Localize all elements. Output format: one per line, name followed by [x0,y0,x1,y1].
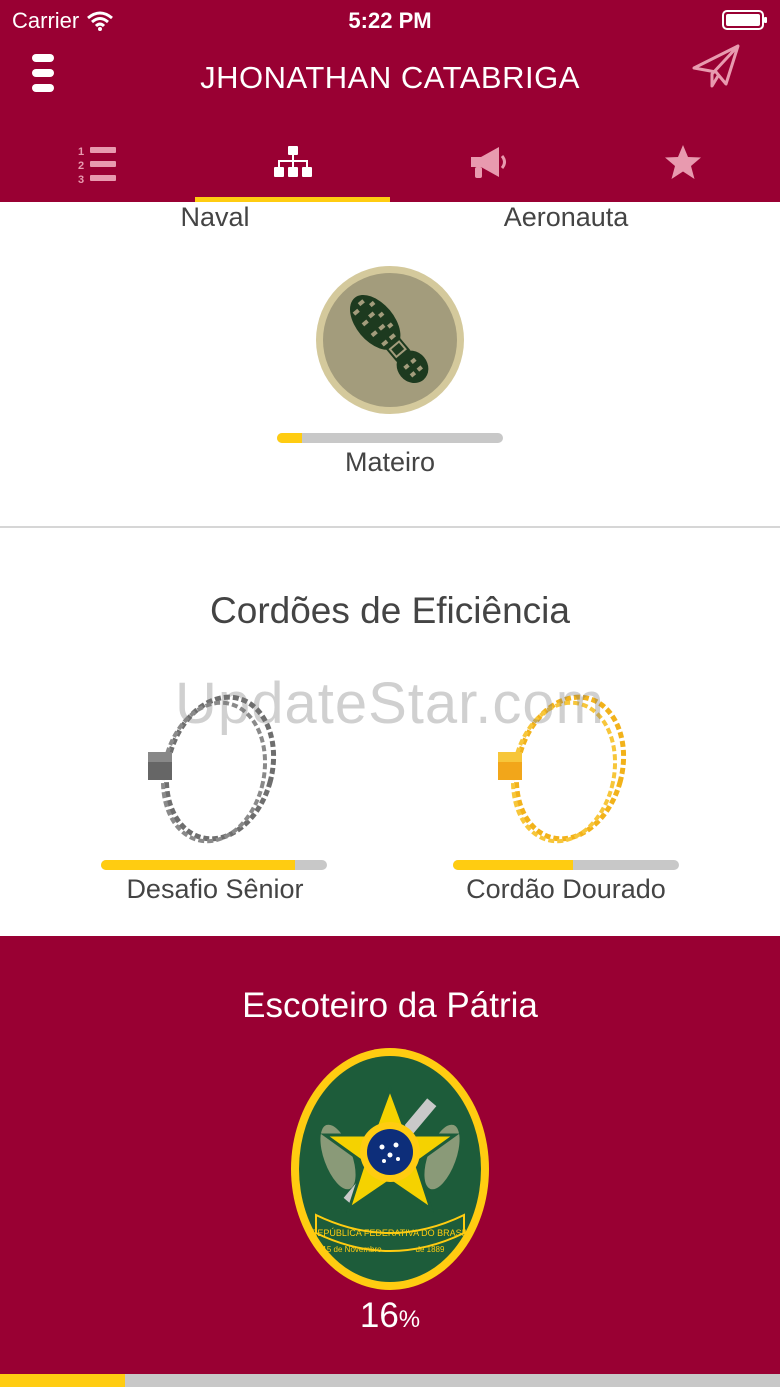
cordao-dourado-label: Cordão Dourado [466,874,666,904]
status-bar: Carrier 5:22 PM [0,0,780,40]
tab-list[interactable]: 1 2 3 [0,128,195,202]
specialty-mateiro-label: Mateiro [344,447,436,477]
svg-text:2: 2 [78,160,84,172]
cords-title: Cordões de Eficiência [210,590,570,631]
emblem-text-republica: REPÚBLICA FEDERATIVA DO BRASIL [311,1228,469,1238]
emblem-text-year: de 1889 [416,1245,445,1254]
svg-text:3: 3 [78,174,84,184]
star-icon [664,145,701,179]
page-title: JHONATHAN CATABRIGA [200,60,580,95]
desafio-senior-label: Desafio Sênior [126,874,304,904]
emblem-text-date: 15 de Novembro [322,1245,382,1254]
desafio-senior-progress [101,860,327,870]
desafio-senior-progress-fill [101,860,296,870]
boot-print-icon[interactable] [315,265,465,415]
tab-favorites[interactable] [585,128,780,202]
mateiro-progress [277,433,503,443]
patria-progress [0,1374,780,1387]
watermark: UpdateStar.com [175,671,605,736]
patria-section: Escoteiro da Pátria REPÚBLICA FEDERATIVA… [0,936,780,1387]
clock: 5:22 PM [348,8,432,33]
app-header: Carrier 5:22 PM JHONATHAN CATABRIGA 1 2 … [0,0,780,202]
patria-percent: 16% [0,1296,780,1336]
specialties-section: Naval Aeronauta Mateiro [0,202,780,528]
mateiro-progress-fill [277,433,302,443]
tab-hierarchy[interactable] [195,128,390,202]
cordao-dourado-progress [453,860,679,870]
nav-bar: JHONATHAN CATABRIGA [0,40,780,120]
patria-percent-symbol: % [398,1306,421,1333]
specialty-naval-label[interactable]: Naval [65,202,365,233]
cords-section: Cordões de Eficiência UpdateStar.com Des… [0,530,780,936]
tab-bar: 1 2 3 [0,128,780,202]
patria-progress-fill [0,1374,125,1387]
cordao-dourado-progress-fill [453,860,573,870]
battery-icon [722,10,767,30]
brazil-coat-of-arms-icon[interactable]: REPÚBLICA FEDERATIVA DO BRASIL 15 de Nov… [290,1047,490,1292]
send-icon[interactable] [690,42,742,90]
specialty-aeronauta-label[interactable]: Aeronauta [416,202,716,233]
svg-text:1: 1 [78,146,84,158]
numbered-list-icon: 1 2 3 [78,146,116,184]
patria-title: Escoteiro da Pátria [242,986,538,1025]
patria-percent-value: 16 [359,1296,399,1335]
megaphone-icon [470,147,506,178]
hierarchy-icon [273,146,312,177]
tab-announcements[interactable] [390,128,585,202]
